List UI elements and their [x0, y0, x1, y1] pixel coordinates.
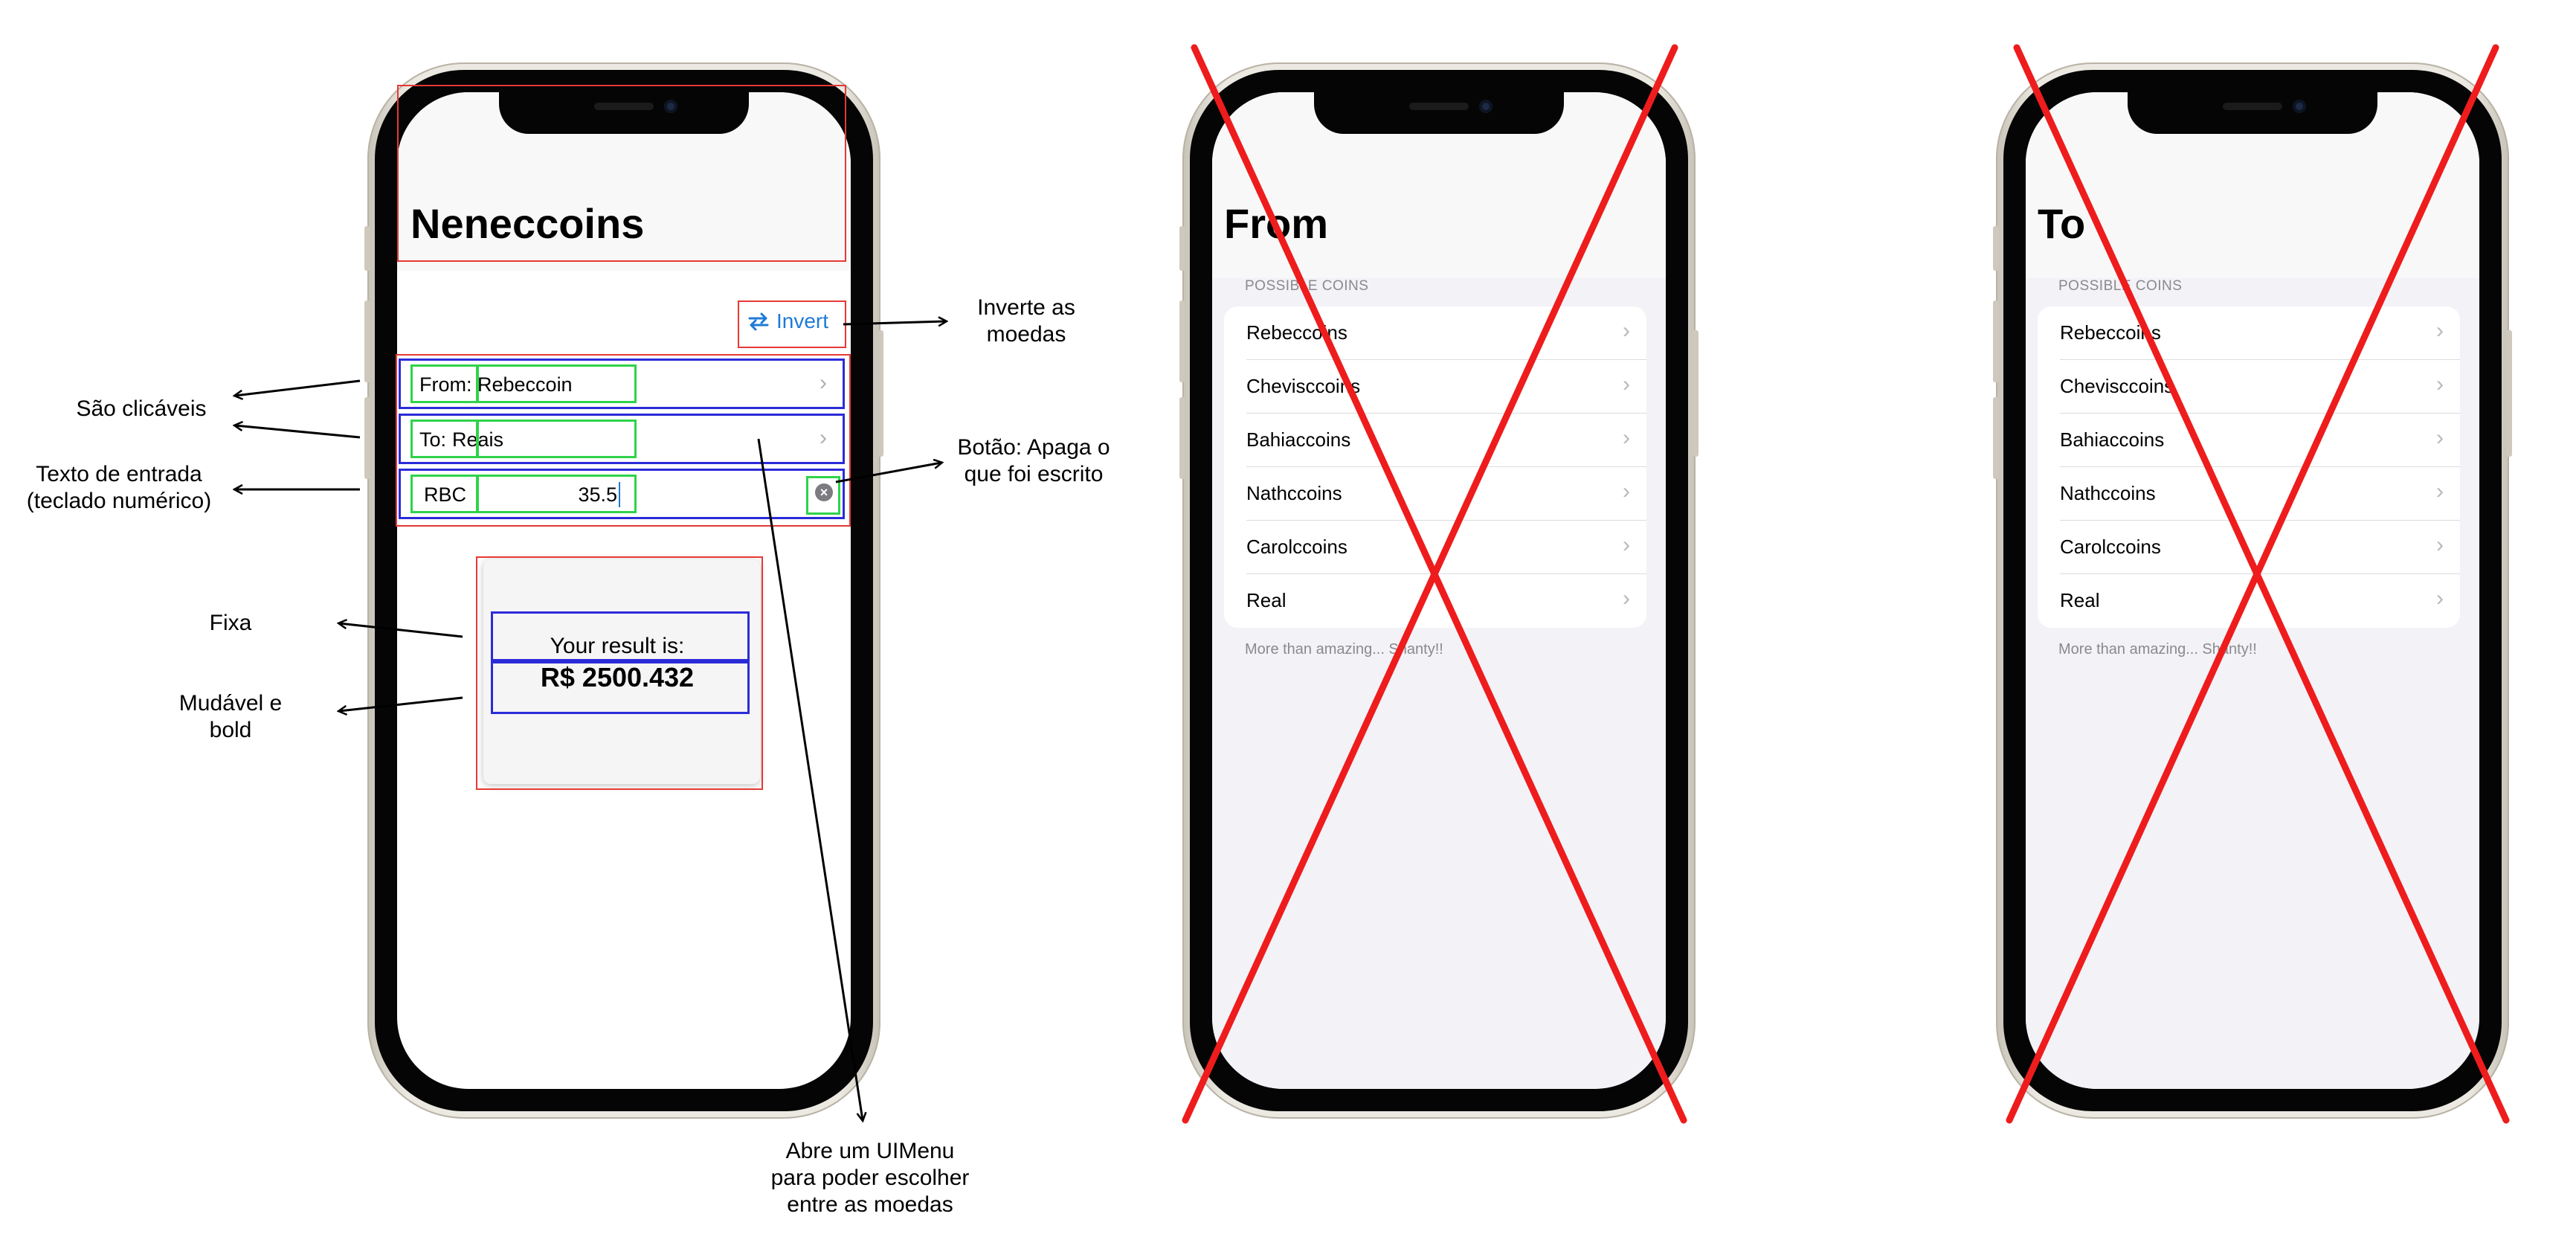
- notch: [2128, 92, 2377, 134]
- arrow-icon: [339, 623, 463, 638]
- annotation-overlay: [0, 44, 2510, 1124]
- arrow-icon: [235, 379, 361, 396]
- arrow-icon: [235, 425, 361, 439]
- cross-out-icon: [2006, 44, 2499, 1124]
- notch: [1314, 92, 1564, 134]
- arrow-icon: [757, 438, 863, 1120]
- cross-out-icon: [1182, 44, 1678, 1124]
- notch: [499, 92, 749, 134]
- cross-out-icon: [2013, 44, 2510, 1124]
- arrow-icon: [843, 321, 946, 324]
- arrow-icon: [835, 463, 941, 483]
- cross-out-icon: [1191, 44, 1687, 1124]
- arrow-icon: [339, 696, 463, 711]
